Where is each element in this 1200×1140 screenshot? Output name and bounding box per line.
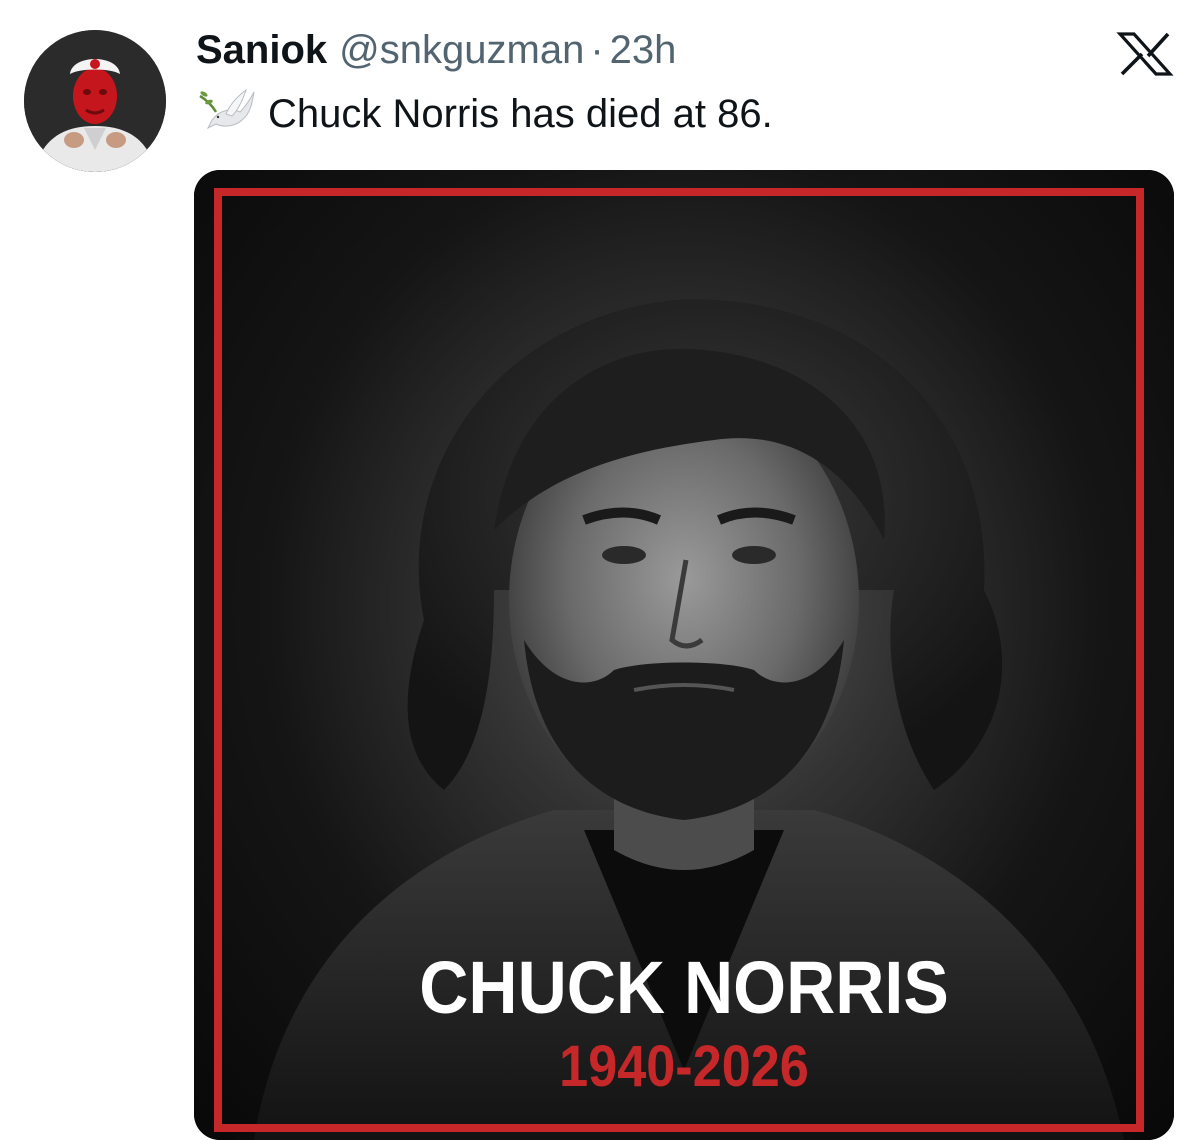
user-handle[interactable]: @snkguzman bbox=[339, 24, 584, 76]
timestamp[interactable]: 23h bbox=[610, 24, 677, 76]
memorial-name: CHUCK NORRIS bbox=[419, 946, 949, 1029]
x-logo-icon[interactable] bbox=[1116, 32, 1174, 76]
separator-dot: · bbox=[590, 28, 604, 72]
memorial-years: 1940-2026 bbox=[559, 1034, 809, 1099]
dove-icon bbox=[196, 88, 256, 140]
tweet-media-image[interactable]: CHUCK NORRIS 1940-2026 bbox=[194, 170, 1174, 1140]
display-name[interactable]: Saniok bbox=[196, 24, 327, 76]
avatar-image bbox=[24, 30, 166, 172]
tweet-body-text: Chuck Norris has died at 86. bbox=[268, 92, 773, 136]
tweet-text: Chuck Norris has died at 86. bbox=[196, 86, 773, 142]
tweet-header: Saniok @snkguzman · 23h bbox=[196, 24, 676, 76]
avatar[interactable] bbox=[24, 30, 166, 172]
